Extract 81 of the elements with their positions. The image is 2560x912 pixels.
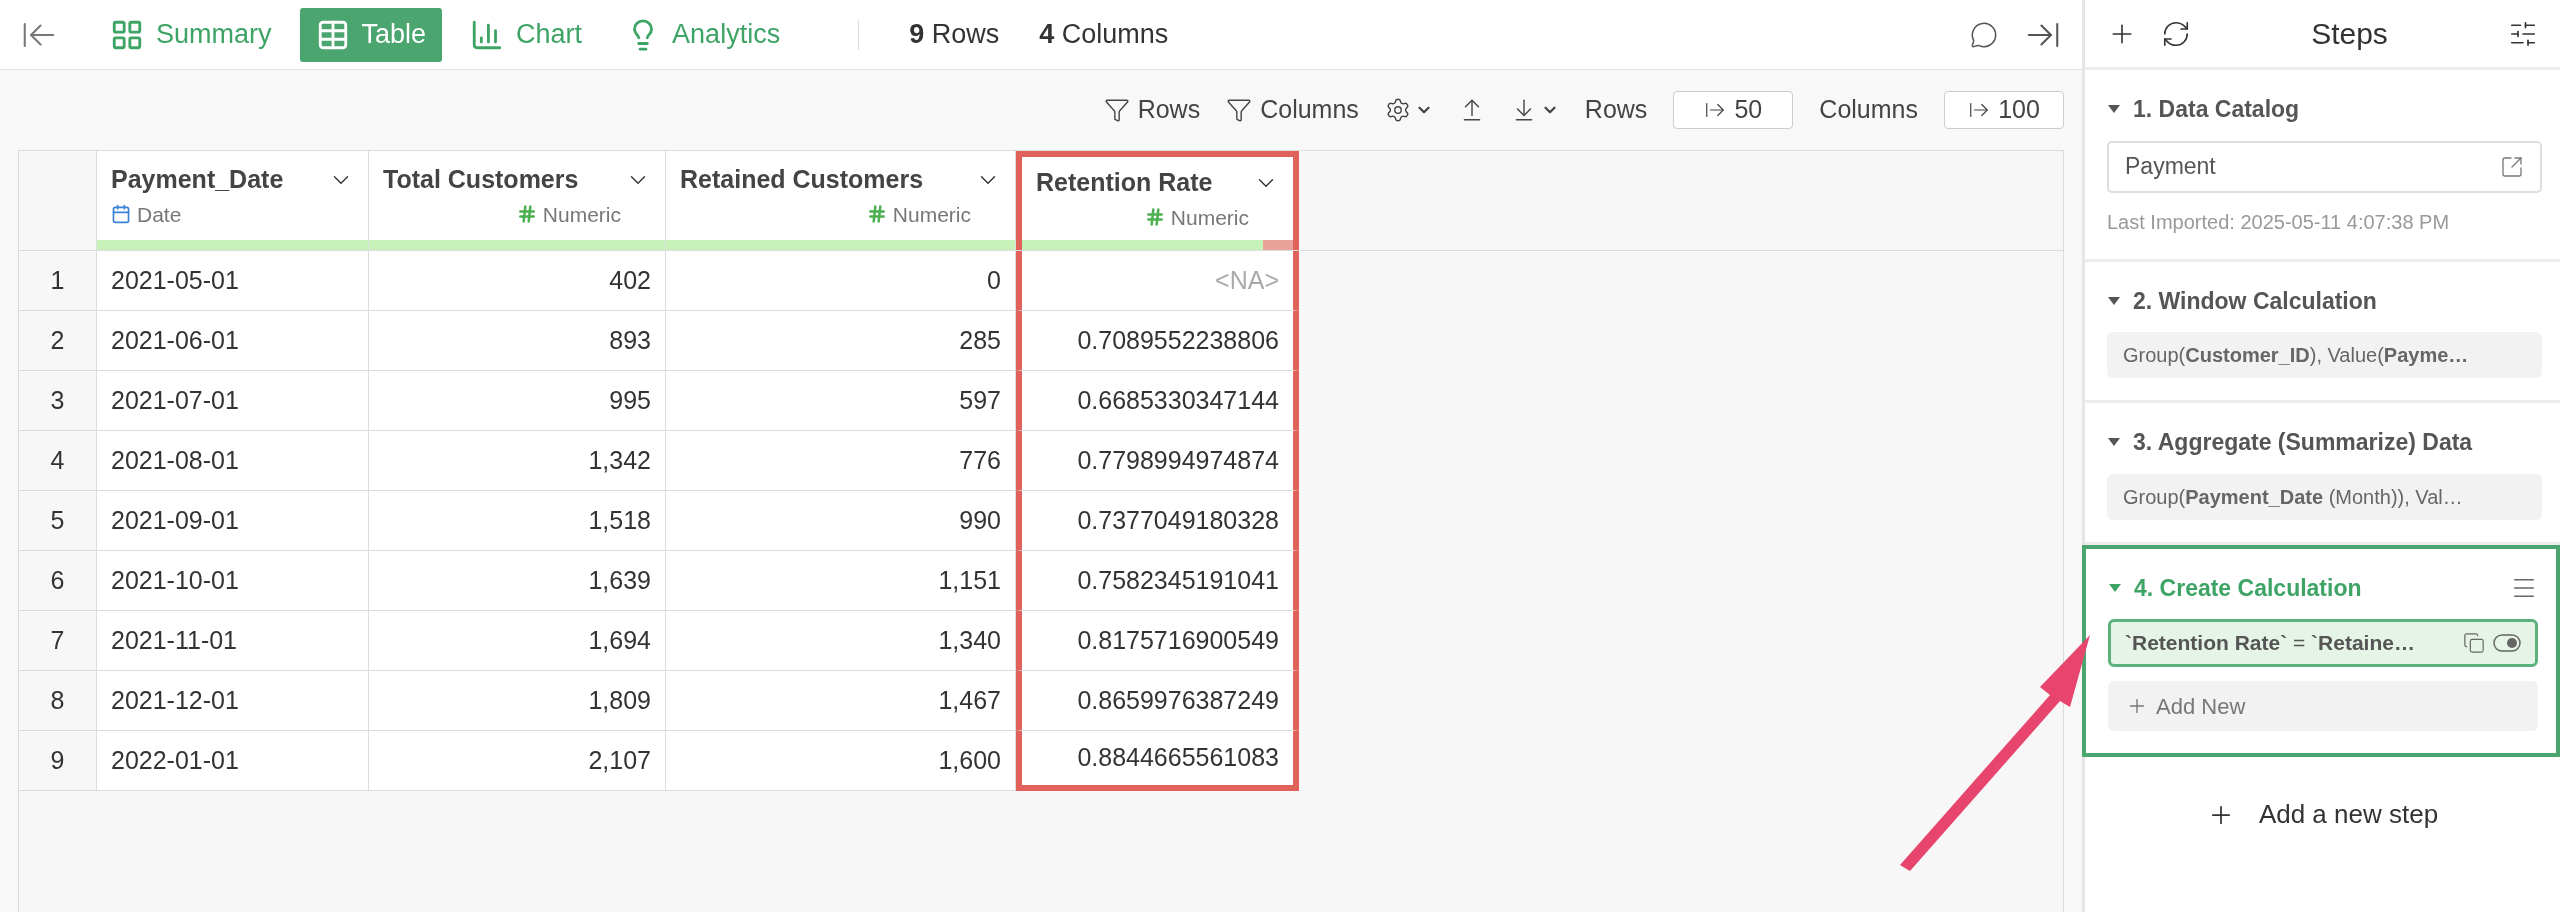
table-cell: 2021-12-01: [97, 671, 369, 731]
table-cell: 2021-07-01: [97, 371, 369, 431]
table-cell: 0.8844665561083: [1016, 731, 1299, 791]
table-cell: 1,151: [666, 551, 1016, 611]
rows-limit-field[interactable]: 50: [1673, 91, 1794, 129]
column-name: Retained Customers: [680, 164, 924, 195]
row-number: 5: [19, 491, 97, 551]
table-cell: 2,107: [369, 731, 666, 791]
step-summary[interactable]: Group(Customer_ID), Value(Payme…: [2107, 332, 2542, 378]
table-cell: 0.7582345191041: [1016, 551, 1299, 611]
import-note: Last Imported: 2025-05-11 4:07:38 PM: [2107, 209, 2451, 235]
table-cell: 2021-06-01: [97, 311, 369, 371]
step-title: 4. Create Calculation: [2134, 573, 2363, 603]
table-cell: 776: [666, 431, 1016, 491]
step-card[interactable]: 4. Create Calculation `Retention Rate` = `Retaine… Add New: [2082, 544, 2560, 757]
table-cell: 1,600: [666, 731, 1016, 791]
column-header[interactable]: Retained Customers Numeric: [666, 151, 1016, 250]
step-card[interactable]: 3. Aggregate (Summarize) Data Group(Payment_Date (Month)), Val…: [2085, 403, 2560, 545]
table-cell: 1,694: [369, 611, 666, 671]
step-title: 3. Aggregate (Summarize) Data: [2133, 428, 2474, 457]
row-number: 9: [19, 731, 97, 791]
row-number: 2: [19, 311, 97, 371]
column-type: Numeric: [892, 201, 971, 228]
table-cell: 2021-10-01: [97, 551, 369, 611]
step-title: 1. Data Catalog: [2133, 95, 2301, 124]
table-cell: 1,340: [666, 611, 1016, 671]
column-name: Payment_Date: [111, 164, 284, 195]
column-header[interactable]: Payment_Date Date: [97, 151, 369, 250]
table-cell: 2021-05-01: [97, 251, 369, 311]
step-card[interactable]: 1. Data Catalog Payment Last Imported: 2025-05-11 4:07:38 PM: [2085, 70, 2560, 262]
table-cell: 1,639: [369, 551, 666, 611]
table-cell: 0.6685330347144: [1016, 371, 1299, 431]
data-source-field[interactable]: Payment: [2107, 140, 2542, 193]
column-type: Date: [137, 201, 182, 228]
count-label: 4 Columns: [1039, 18, 1169, 52]
filter-button[interactable]: Rows: [1103, 91, 1201, 129]
table-cell: 0.8659976387249: [1016, 671, 1299, 731]
column-header[interactable]: Retention Rate Numeric: [1016, 151, 1299, 250]
table-cell: 1,809: [369, 671, 666, 731]
table-cell: 0.7089552238806: [1016, 311, 1299, 371]
row-number: 3: [19, 371, 97, 431]
columns-label: Columns: [1819, 94, 1918, 126]
panel-title: Steps: [2310, 16, 2389, 52]
column-type: Numeric: [1170, 204, 1249, 231]
table-cell: 285: [666, 311, 1016, 371]
table-cell: <NA>: [1016, 251, 1299, 311]
column-name: Total Customers: [383, 164, 579, 195]
row-number: 4: [19, 431, 97, 491]
row-number: 8: [19, 671, 97, 731]
step-title: 2. Window Calculation: [2133, 286, 2378, 316]
column-type: Numeric: [542, 201, 621, 228]
add-new-button[interactable]: Add New: [2108, 681, 2538, 731]
step-summary[interactable]: Group(Payment_Date (Month)), Val…: [2107, 473, 2542, 520]
row-number: 6: [19, 551, 97, 611]
row-number: 7: [19, 611, 97, 671]
table-cell: 597: [666, 371, 1016, 431]
table-cell: 0.7798994974874: [1016, 431, 1299, 491]
filter-button[interactable]: Columns: [1226, 91, 1359, 129]
rows-label: Rows: [1584, 94, 1648, 126]
row-number: 1: [19, 251, 97, 311]
table-cell: 0.8175716900549: [1016, 611, 1299, 671]
table-cell: 0.7377049180328: [1016, 491, 1299, 551]
column-header[interactable]: Total Customers Numeric: [369, 151, 666, 250]
add-step-button[interactable]: Add a new step: [2206, 795, 2439, 834]
table-cell: 402: [369, 251, 666, 311]
table-cell: 893: [369, 311, 666, 371]
step-card[interactable]: 2. Window Calculation Group(Customer_ID), Value(Payme…: [2085, 261, 2560, 403]
table-cell: 2021-09-01: [97, 491, 369, 551]
column-name: Retention Rate: [1036, 167, 1213, 198]
columns-limit-field[interactable]: 100: [1944, 91, 2064, 129]
table-cell: 0: [666, 251, 1016, 311]
table-cell: 1,467: [666, 671, 1016, 731]
table-cell: 1,518: [369, 491, 666, 551]
table-cell: 990: [666, 491, 1016, 551]
table-cell: 2022-01-01: [97, 731, 369, 791]
table-cell: 2021-08-01: [97, 431, 369, 491]
table-cell: 1,342: [369, 431, 666, 491]
table-cell: 2021-11-01: [97, 611, 369, 671]
table-cell: 995: [369, 371, 666, 431]
formula-item[interactable]: `Retention Rate` = `Retaine…: [2108, 619, 2538, 667]
count-label: 9 Rows: [909, 18, 1000, 52]
